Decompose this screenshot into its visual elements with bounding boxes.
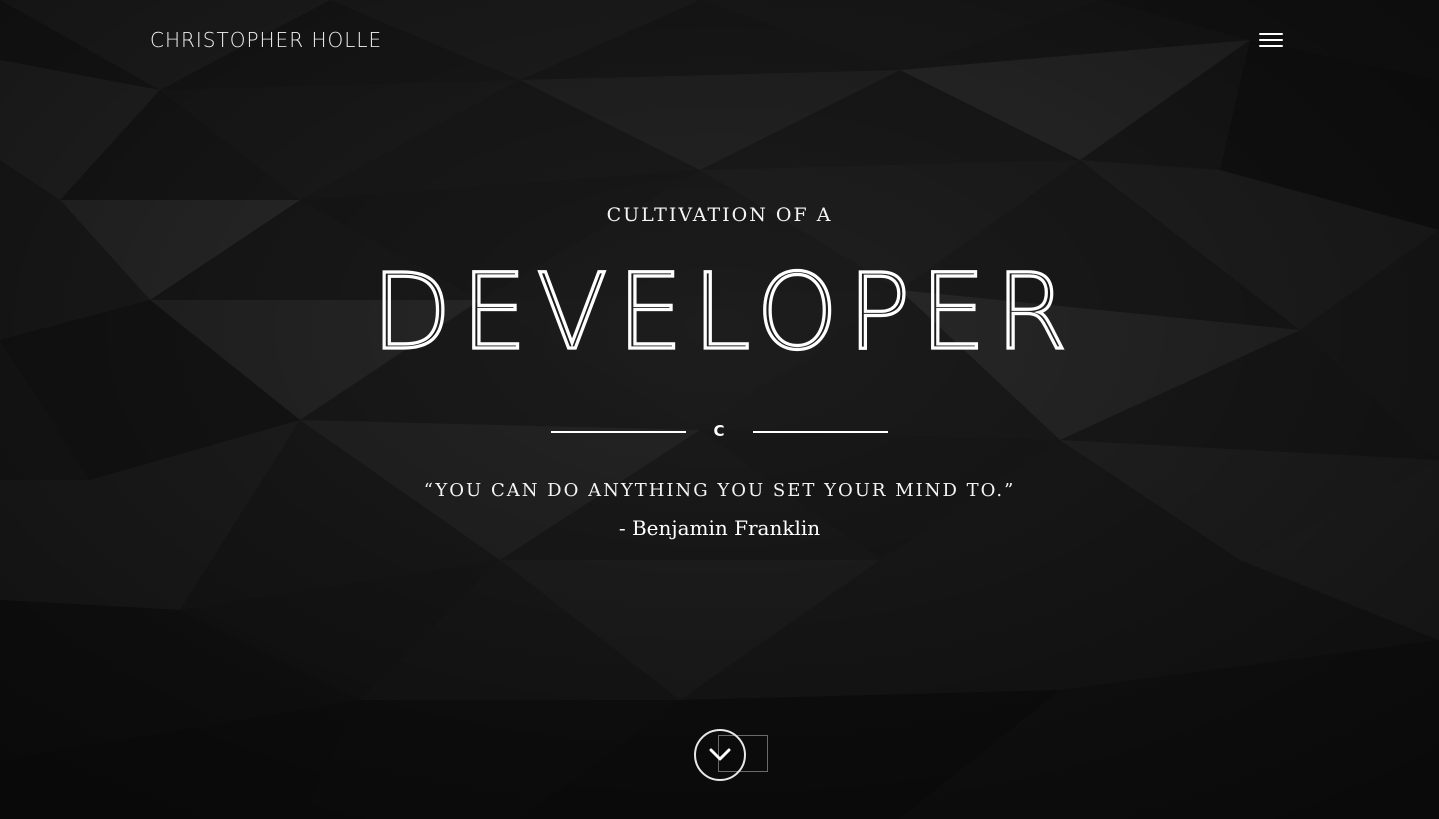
quote-author: - Benjamin Franklin bbox=[618, 516, 821, 540]
page: CHRISTOPHER HOLLE CULTIVATION OF A DEVEL… bbox=[0, 0, 1439, 819]
chevron-down-icon bbox=[709, 748, 731, 761]
hero-kicker: CULTIVATION OF A bbox=[606, 204, 833, 226]
hero-headline-text: DEVELOPER bbox=[372, 251, 1068, 373]
scroll-down-button[interactable] bbox=[694, 729, 746, 781]
hero-quote: “YOU CAN DO ANYTHING YOU SET YOUR MIND T… bbox=[423, 480, 1016, 501]
brand-logo[interactable]: CHRISTOPHER HOLLE bbox=[150, 28, 382, 52]
hamburger-menu-icon-bar-bottom bbox=[1259, 45, 1283, 47]
divider-line-right bbox=[753, 431, 888, 433]
hamburger-menu-icon-bar-top bbox=[1259, 33, 1283, 35]
hamburger-menu-button[interactable] bbox=[1254, 26, 1288, 54]
divider-c-glyph: C bbox=[713, 422, 725, 440]
hero-headline: DEVELOPER bbox=[370, 249, 1069, 374]
hamburger-menu-icon-bar-middle bbox=[1259, 39, 1283, 41]
divider-line-left bbox=[551, 431, 686, 433]
